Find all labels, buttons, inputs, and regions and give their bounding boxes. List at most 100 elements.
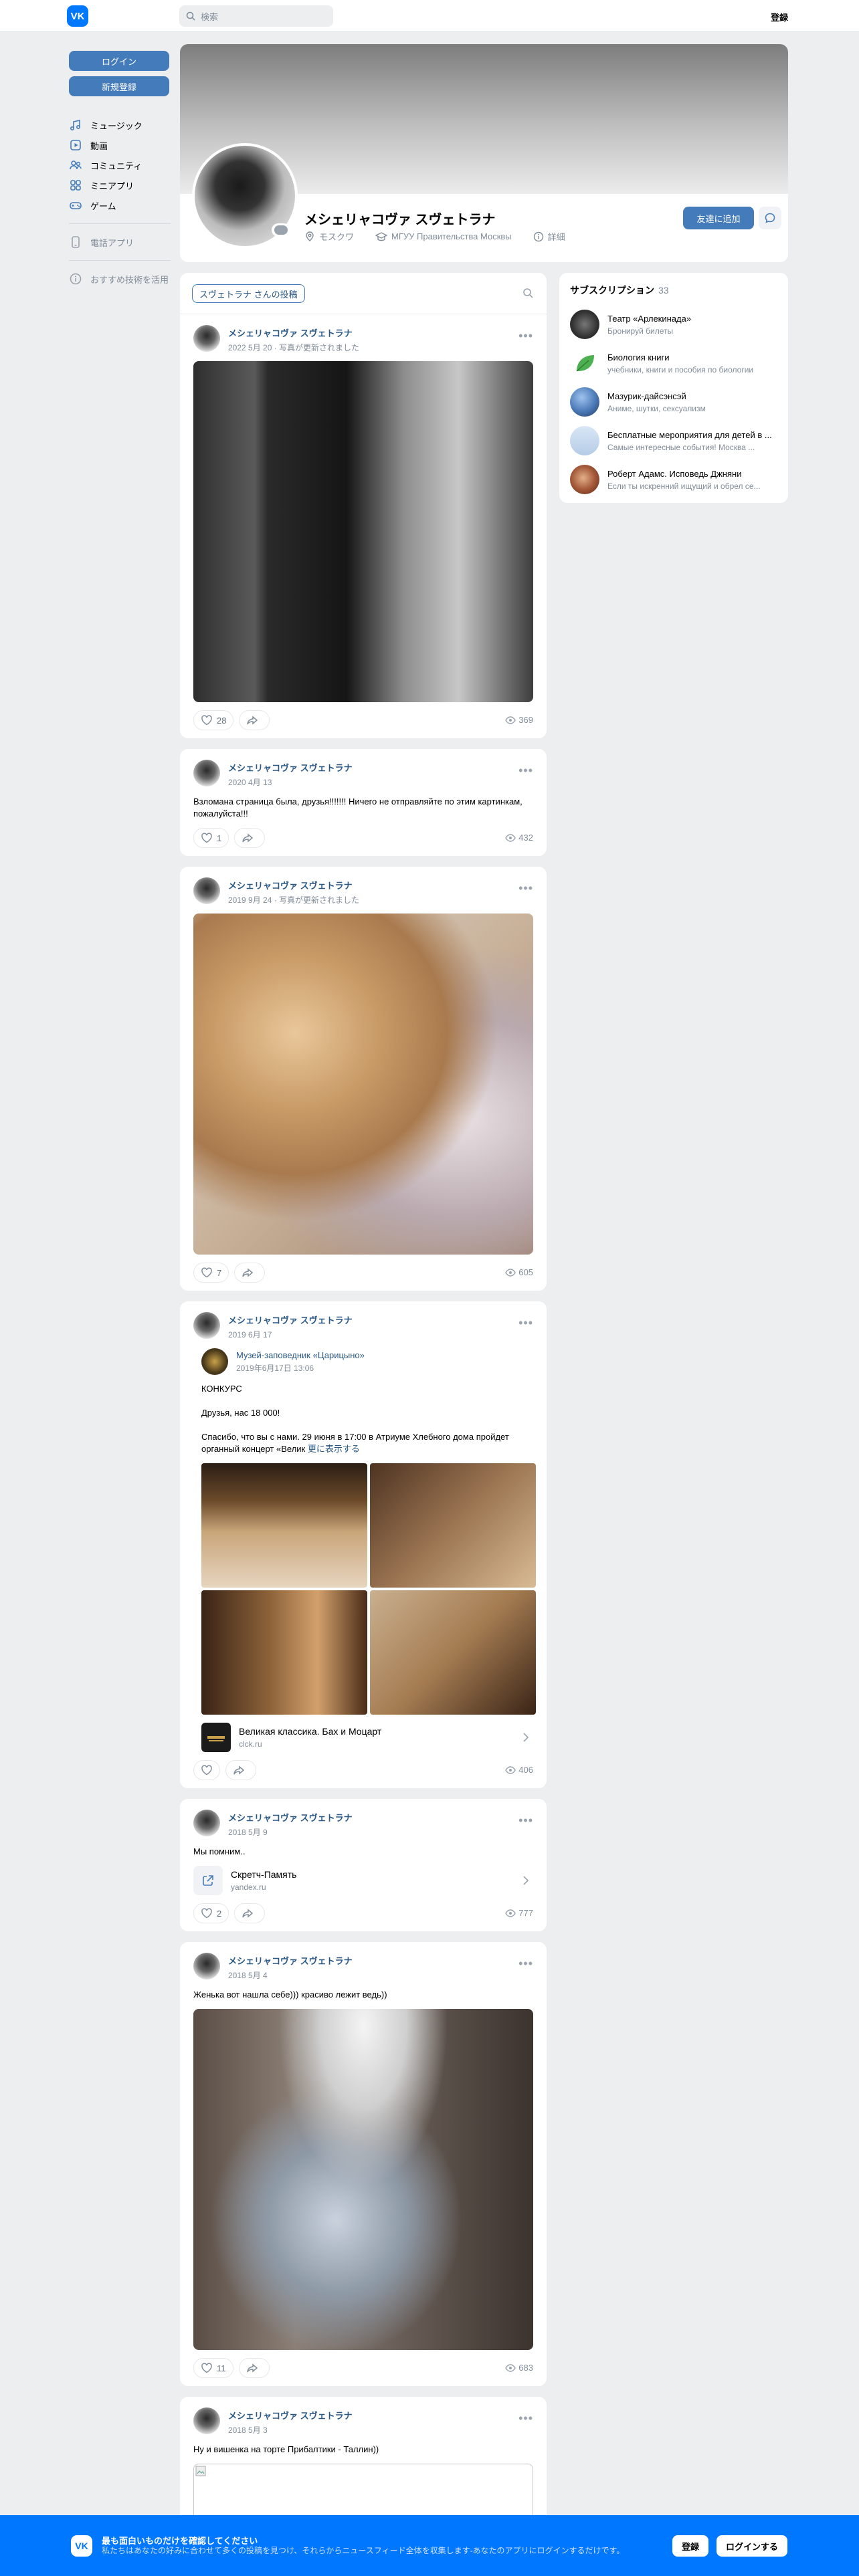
nav-phone-app[interactable]: 電話アプリ [69, 232, 171, 252]
post-date[interactable]: 2018 5月 3 [228, 2424, 353, 2436]
share-button[interactable] [225, 1760, 256, 1780]
subscriptions-title[interactable]: サブスクリプション 33 [570, 284, 777, 297]
nav-label: ミニアプリ [90, 181, 134, 191]
message-button[interactable] [759, 207, 781, 229]
post-date[interactable]: 2019 9月 24 · 写真が更新されました [228, 894, 359, 905]
nav-video[interactable]: 動画 [69, 135, 171, 155]
post-date[interactable]: 2022 5月 20 · 写真が更新されました [228, 342, 359, 353]
more-icon[interactable]: ••• [518, 1316, 533, 1330]
nav-music[interactable]: ミュージック [69, 115, 171, 135]
like-button[interactable] [193, 1760, 220, 1780]
online-badge [272, 223, 290, 237]
post-text: Ну и вишенка на торте Прибалтики - Талли… [193, 2444, 379, 2454]
tab-user-posts[interactable]: スヴェトラナ さんの投稿 [192, 284, 305, 303]
subscription-item[interactable]: Роберт Адамс. Исповедь Джняни Если ты иск… [570, 460, 777, 499]
nav-advert[interactable]: おすすめ技術を活用 [69, 269, 171, 289]
post-author[interactable]: メシェリャコヴァ スヴェトラナ [228, 1313, 353, 1326]
share-button[interactable] [234, 1903, 266, 1923]
share-button[interactable] [234, 828, 266, 848]
post-text: Мы помним.. [193, 1846, 246, 1856]
subscription-item[interactable]: Мазурик-дайсэнсэй Аниме, шутки, сексуализ… [570, 383, 777, 421]
post-author[interactable]: メシェリャコヴァ スヴェトラナ [228, 879, 359, 891]
show-more-link[interactable]: 更に表示する [308, 1444, 360, 1454]
repost-block: Музей-заповедник «Царицыно» 2019年6月17日 1… [193, 1348, 536, 1752]
link-attachment[interactable]: Великая классика. Бах и Моцарт clck.ru [201, 1723, 533, 1752]
post-photo[interactable] [193, 361, 533, 702]
like-button[interactable]: 7 [193, 1263, 229, 1283]
view-number: 406 [518, 1765, 533, 1775]
post-header: メシェリャコヴァ スヴェトラナ 2018 5月 4 ••• [193, 1953, 533, 1981]
share-button[interactable] [238, 2358, 270, 2378]
login-button[interactable]: ログイン [69, 51, 169, 71]
author-avatar[interactable] [193, 2407, 220, 2434]
more-icon[interactable]: ••• [518, 329, 533, 343]
repost-date[interactable]: 2019年6月17日 13:06 [236, 1362, 365, 1374]
top-header: VK 検索 登録 [0, 0, 859, 32]
subscription-item[interactable]: Бесплатные мероприятия для детей в ... Са… [570, 421, 777, 460]
post-photo[interactable] [193, 2009, 533, 2350]
repost-source[interactable]: Музей-заповедник «Царицыно» [236, 1350, 365, 1360]
subscription-avatar [570, 348, 599, 378]
link-attachment[interactable]: Скретч-Память yandex.ru [193, 1866, 533, 1895]
search-input[interactable]: 検索 [179, 5, 333, 27]
post-author[interactable]: メシェリャコヴァ スヴェトラナ [228, 761, 353, 774]
share-icon [247, 716, 258, 725]
author-avatar[interactable] [193, 325, 220, 352]
profile-details[interactable]: 詳細 [533, 230, 576, 243]
banner-register-button[interactable]: 登録 [672, 2535, 708, 2557]
more-icon[interactable]: ••• [518, 881, 533, 895]
heart-icon [201, 1267, 212, 1278]
like-button[interactable]: 11 [193, 2358, 233, 2378]
banner-title: 最も面白いものだけを確認してください [102, 2536, 258, 2546]
more-icon[interactable]: ••• [518, 764, 533, 778]
post-date[interactable]: 2018 5月 9 [228, 1826, 353, 1838]
grid-photo[interactable] [370, 1590, 536, 1715]
subscription-desc: Аниме, шутки, сексуализм [607, 403, 706, 413]
post-author[interactable]: メシェリャコヴァ スヴェトラナ [228, 2409, 353, 2422]
add-friend-button[interactable]: 友達に追加 [683, 207, 754, 229]
repost-avatar[interactable] [201, 1348, 228, 1375]
nav-games[interactable]: ゲーム [69, 195, 171, 215]
view-number: 369 [518, 715, 533, 725]
post-author[interactable]: メシェリャコヴァ スヴェトラナ [228, 1811, 353, 1824]
post-date[interactable]: 2018 5月 4 [228, 1969, 353, 1981]
post-date[interactable]: 2019 6月 17 [228, 1329, 353, 1340]
subscription-item[interactable]: Биология книги учебники, книги и пособия … [570, 344, 777, 383]
nav-miniapps[interactable]: ミニアプリ [69, 175, 171, 195]
post-header: メシェリャコヴァ スヴェトラナ 2020 4月 13 ••• [193, 760, 533, 788]
author-avatar[interactable] [193, 877, 220, 904]
grid-photo[interactable] [370, 1463, 536, 1588]
post-author[interactable]: メシェリャコヴァ スヴェトラナ [228, 1954, 353, 1967]
post-header: メシェリャコヴァ スヴェトラナ 2019 9月 24 · 写真が更新されました … [193, 877, 533, 905]
author-avatar[interactable] [193, 1810, 220, 1836]
subscription-item[interactable]: Театр «Арлекинада» Бронируй билеты [570, 305, 777, 344]
share-button[interactable] [239, 710, 270, 730]
search-icon[interactable] [522, 288, 533, 298]
signup-button[interactable]: 新規登録 [69, 76, 169, 96]
post-date[interactable]: 2020 4月 13 [228, 776, 353, 788]
more-icon[interactable]: ••• [518, 2411, 533, 2426]
grid-photo[interactable] [201, 1590, 367, 1715]
grid-photo[interactable] [201, 1463, 367, 1588]
side-nav: ミュージック 動画 コミュニティ ミニアプリ ゲーム 電話アプリ おすすめ技術を… [69, 115, 171, 289]
author-avatar[interactable] [193, 760, 220, 786]
like-button[interactable]: 1 [193, 828, 229, 848]
like-button[interactable]: 2 [193, 1903, 229, 1923]
view-count: 432 [505, 833, 533, 843]
banner-login-button[interactable]: ログインする [717, 2535, 787, 2557]
like-button[interactable]: 28 [193, 710, 234, 730]
more-icon[interactable]: ••• [518, 1814, 533, 1828]
more-icon[interactable]: ••• [518, 1957, 533, 1971]
header-register-link[interactable]: 登録 [771, 11, 788, 23]
author-avatar[interactable] [193, 1953, 220, 1979]
vk-logo[interactable]: VK [67, 5, 88, 27]
eye-icon [505, 1268, 516, 1277]
share-button[interactable] [234, 1263, 266, 1283]
subscription-desc: Бронируй билеты [607, 326, 674, 336]
details-label: 詳細 [547, 232, 565, 242]
post-author[interactable]: メシェリャコヴァ スヴェトラナ [228, 326, 359, 339]
nav-communities[interactable]: コミュニティ [69, 155, 171, 175]
post-photo[interactable] [193, 914, 533, 1255]
subscription-name: Мазурик-дайсэнсэй [607, 391, 686, 401]
author-avatar[interactable] [193, 1312, 220, 1339]
